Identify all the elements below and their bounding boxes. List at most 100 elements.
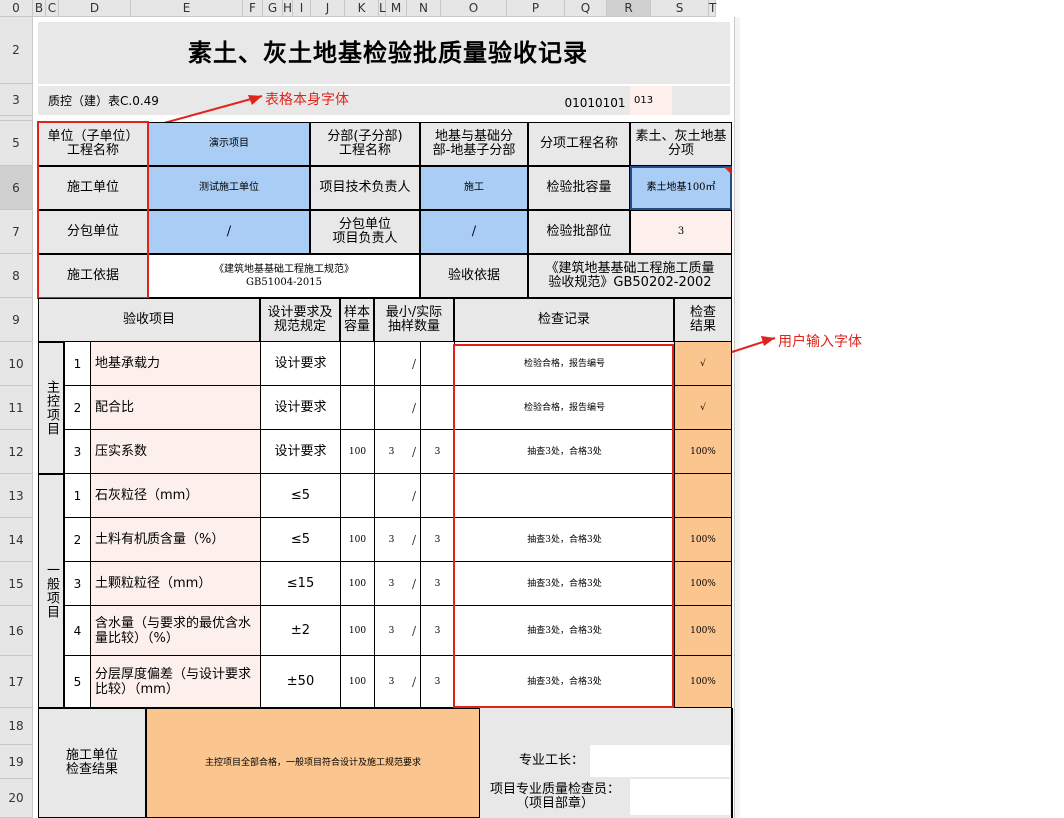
item-slash: / [408,474,420,518]
item-min-input[interactable]: 3 [374,430,408,474]
item-result-input[interactable] [674,474,732,518]
item-sample-input[interactable]: 100 [340,562,374,606]
item-sample-input[interactable]: 100 [340,656,374,708]
row-header-12[interactable]: 12 [0,430,33,474]
column-header-H[interactable]: H [283,0,293,17]
item-result-input[interactable]: 100% [674,430,732,474]
row-header-13[interactable]: 13 [0,474,33,518]
column-header-B[interactable]: B [33,0,46,17]
basis-value[interactable]: 《建筑地基基础工程施工规范》 GB51004-2015 [148,254,420,298]
row-header-2[interactable]: 2 [0,17,33,84]
check-result-input[interactable]: 主控项目全部合格，一般项目符合设计及施工规范要求 [146,708,480,818]
item-sample-input[interactable]: 100 [340,518,374,562]
tech-lead-label: 项目技术负责人 [310,166,420,210]
row-header-16[interactable]: 16 [0,606,33,656]
batch-seq-input[interactable]: 013 [630,86,672,115]
item-name: 石灰粒径（mm） [90,474,260,518]
unit-name-input[interactable]: 演示项目 [148,122,310,166]
column-header-J[interactable]: J [311,0,345,17]
row-header-17[interactable]: 17 [0,656,33,708]
column-header-D[interactable]: D [59,0,131,17]
item-actual-input[interactable]: 3 [420,656,454,708]
row-header-5[interactable]: 5 [0,121,33,166]
column-header-corner[interactable]: 0 [0,0,33,17]
part-input[interactable]: 3 [630,210,732,254]
row-header-7[interactable]: 7 [0,210,33,254]
item-actual-input[interactable] [420,386,454,430]
row-header-8[interactable]: 8 [0,254,33,298]
item-result-input[interactable]: 100% [674,562,732,606]
subitem-name-value: 素土、灰土地基 分项 [630,122,732,166]
item-actual-input[interactable]: 3 [420,606,454,656]
column-header-E[interactable]: E [131,0,243,17]
row-header-6[interactable]: 6 [0,166,33,210]
item-min-input[interactable]: 3 [374,518,408,562]
row-header-20[interactable]: 20 [0,779,33,818]
item-result-input[interactable]: √ [674,386,732,430]
column-header-O[interactable]: O [441,0,507,17]
item-sample-input[interactable] [340,342,374,386]
item-sample-input[interactable]: 100 [340,430,374,474]
row-header-10[interactable]: 10 [0,342,33,386]
column-header-S[interactable]: S [651,0,709,17]
item-min-input[interactable]: 3 [374,606,408,656]
row-header-14[interactable]: 14 [0,518,33,562]
header-sample: 样本 容量 [340,298,374,342]
item-min-input[interactable] [374,386,408,430]
accept-basis-label: 验收依据 [420,254,528,298]
contractor-input[interactable]: 测试施工单位 [148,166,310,210]
item-result-input[interactable]: 100% [674,656,732,708]
item-actual-input[interactable] [420,342,454,386]
title-band-right [630,22,730,84]
item-number: 3 [64,562,90,606]
batch-number: 01010101 [564,96,626,110]
row-header-3[interactable]: 3 [0,84,33,116]
sub-lead-input[interactable]: / [420,210,528,254]
column-header-K[interactable]: K [345,0,379,17]
page-title: 素土、灰土地基检验批质量验收记录 [146,22,630,84]
column-header-N[interactable]: N [407,0,441,17]
item-actual-input[interactable] [420,474,454,518]
foreman-input[interactable] [590,745,730,777]
capacity-input[interactable]: 素土地基100㎡ [630,166,732,210]
item-sample-input[interactable] [340,386,374,430]
item-min-input[interactable]: 3 [374,656,408,708]
column-header-T[interactable]: T [709,0,716,17]
item-name: 土料有机质含量（%） [90,518,260,562]
item-min-input[interactable] [374,342,408,386]
tech-lead-input[interactable]: 施工 [420,166,528,210]
subcontractor-input[interactable]: / [148,210,310,254]
item-sample-input[interactable]: 100 [340,606,374,656]
row-header-bar: 2 3 5 6 7 8 9 10 11 12 13 14 15 16 17 18 19 20 [0,17,33,818]
inspector-input[interactable] [630,779,730,815]
column-header-R[interactable]: R [607,0,651,17]
column-header-P[interactable]: P [507,0,565,17]
row-header-15[interactable]: 15 [0,562,33,606]
item-actual-input[interactable]: 3 [420,518,454,562]
general-group-label: 一般项目 [38,474,64,708]
item-design-requirement: ≤5 [260,474,340,518]
item-min-input[interactable] [374,474,408,518]
column-header-C[interactable]: C [46,0,59,17]
item-slash: / [408,342,420,386]
column-header-Q[interactable]: Q [565,0,607,17]
item-result-input[interactable]: √ [674,342,732,386]
item-actual-input[interactable]: 3 [420,430,454,474]
column-header-F[interactable]: F [243,0,263,17]
item-design-requirement: ≤15 [260,562,340,606]
header-min-actual: 最小/实际 抽样数量 [374,298,454,342]
column-header-L[interactable]: L [379,0,386,17]
row-header-9[interactable]: 9 [0,298,33,342]
item-result-input[interactable]: 100% [674,606,732,656]
column-header-M[interactable]: M [386,0,407,17]
column-header-G[interactable]: G [263,0,283,17]
row-header-11[interactable]: 11 [0,386,33,430]
item-sample-input[interactable] [340,474,374,518]
item-name: 含水量（与要求的最优含水量比较）（%） [90,606,260,656]
row-header-19[interactable]: 19 [0,745,33,779]
item-min-input[interactable]: 3 [374,562,408,606]
item-actual-input[interactable]: 3 [420,562,454,606]
column-header-I[interactable]: I [293,0,311,17]
row-header-18[interactable]: 18 [0,708,33,745]
item-result-input[interactable]: 100% [674,518,732,562]
